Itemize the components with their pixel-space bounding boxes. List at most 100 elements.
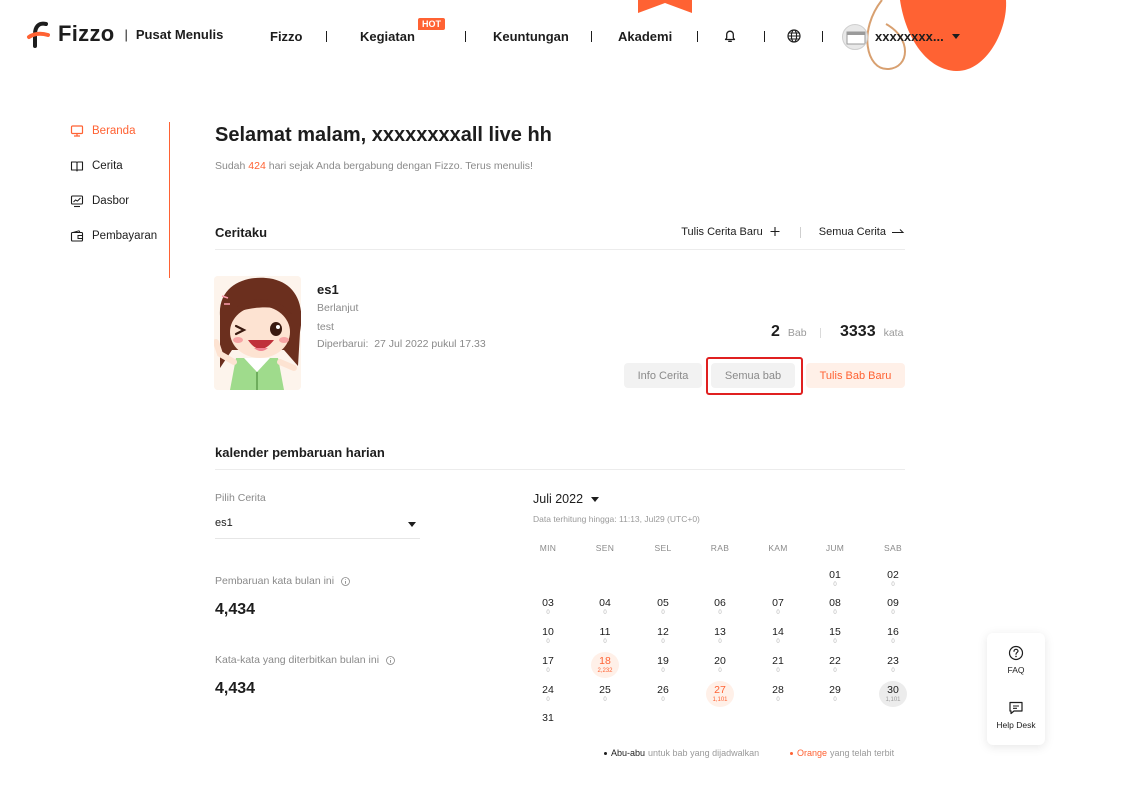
calendar-day-number: 16 — [887, 626, 899, 638]
calendar-day-number: 13 — [714, 626, 726, 638]
calendar-day[interactable]: 23 0 — [879, 652, 907, 678]
sidebar-item-dasbor[interactable]: Dasbor — [70, 194, 129, 208]
user-avatar[interactable] — [842, 24, 868, 50]
calendar-day-count: 0 — [776, 668, 780, 674]
chevron-down-icon[interactable] — [952, 34, 960, 39]
info-icon[interactable] — [341, 576, 350, 586]
story-select[interactable]: es1 — [215, 511, 420, 539]
weekday-label: MIN — [539, 543, 557, 553]
calendar-day[interactable]: 03 0 — [534, 594, 562, 620]
calendar-day-number: 04 — [599, 597, 611, 609]
calendar-day[interactable]: 17 0 — [534, 652, 562, 678]
calendar-day[interactable]: 13 0 — [706, 623, 734, 649]
calendar-day-count: 0 — [891, 639, 895, 645]
info-icon[interactable] — [386, 655, 395, 665]
cover-illustration — [214, 276, 301, 390]
calendar-day-count: 0 — [661, 610, 665, 616]
calendar-day[interactable]: 04 0 — [591, 594, 619, 620]
calendar-day-count: 1,101 — [712, 697, 728, 703]
published-words-label: Kata-kata yang diterbitkan bulan ini — [215, 654, 395, 666]
username[interactable]: xxxxxxxx... — [875, 29, 944, 44]
calendar-day-number: 21 — [772, 655, 784, 667]
calendar-day-number: 24 — [542, 684, 554, 696]
highlight-box — [706, 357, 803, 395]
story-cover-image[interactable] — [214, 276, 301, 390]
sidebar-item-beranda[interactable]: Beranda — [70, 124, 135, 138]
calendar-day[interactable]: 15 0 — [821, 623, 849, 649]
sidebar-item-cerita[interactable]: Cerita — [70, 159, 123, 173]
pick-story-label: Pilih Cerita — [215, 492, 266, 504]
calendar-day[interactable]: 29 0 — [821, 681, 849, 707]
month-selector[interactable]: Juli 2022 — [533, 492, 600, 506]
calendar-day-count: 0 — [776, 610, 780, 616]
calendar-day[interactable]: 27 1,101 — [706, 681, 734, 707]
calendar-day[interactable]: 24 0 — [534, 681, 562, 707]
calendar-day[interactable]: 30 1,101 — [879, 681, 907, 707]
sidebar-item-pembayaran[interactable]: Pembayaran — [70, 229, 157, 243]
all-stories-link[interactable]: Semua Cerita — [819, 225, 905, 238]
calendar-day[interactable]: 18 2,232 — [591, 652, 619, 678]
story-updated-value: 27 Jul 2022 pukul 17.33 — [374, 338, 486, 350]
calendar-day[interactable]: 28 0 — [764, 681, 792, 707]
legend-orange: Orange yang telah terbit — [790, 748, 894, 758]
new-story-link[interactable]: Tulis Cerita Baru — [681, 225, 782, 238]
calendar-day[interactable]: 22 0 — [821, 652, 849, 678]
calendar-day-count: 0 — [546, 668, 550, 674]
calendar-day[interactable]: 20 0 — [706, 652, 734, 678]
calendar-day[interactable]: 09 0 — [879, 594, 907, 620]
chapter-count-unit: Bab — [787, 327, 807, 339]
join-suffix: hari sejak Anda bergabung dengan Fizzo. … — [268, 160, 533, 172]
calendar-day[interactable]: 11 0 — [591, 623, 619, 649]
help-desk-button[interactable]: Help Desk — [987, 700, 1045, 730]
calendar-day-number: 10 — [542, 626, 554, 638]
brand-logo[interactable]: Fizzo | Pusat Menulis — [26, 20, 223, 48]
bell-icon[interactable] — [722, 28, 738, 44]
calendar-day[interactable]: 06 0 — [706, 594, 734, 620]
calendar-day[interactable]: 07 0 — [764, 594, 792, 620]
nav-separator — [465, 31, 466, 42]
nav-fizzo[interactable]: Fizzo — [270, 29, 303, 44]
nav-separator — [697, 31, 698, 42]
nav-akademi[interactable]: Akademi — [618, 29, 672, 44]
new-chapter-button[interactable]: Tulis Bab Baru — [806, 363, 905, 388]
calendar-day-count: 0 — [603, 610, 607, 616]
calendar-day[interactable]: 12 0 — [649, 623, 677, 649]
nav-separator — [764, 31, 765, 42]
calendar-day[interactable]: 14 0 — [764, 623, 792, 649]
calendar-day[interactable]: 05 0 — [649, 594, 677, 620]
calendar-day-number: 02 — [887, 569, 899, 581]
calendar-day[interactable]: 16 0 — [879, 623, 907, 649]
globe-icon[interactable] — [786, 28, 802, 44]
calendar-day-count: 0 — [833, 668, 837, 674]
word-count-value: 3333 — [840, 323, 876, 340]
story-title[interactable]: es1 — [317, 282, 339, 297]
nav-keuntungan[interactable]: Keuntungan — [493, 29, 569, 44]
arrow-right-icon — [892, 229, 905, 233]
caret-down-icon — [408, 522, 416, 527]
brand-subtitle: Pusat Menulis — [135, 26, 224, 42]
calendar-day[interactable]: 19 0 — [649, 652, 677, 678]
story-info-button[interactable]: Info Cerita — [624, 363, 702, 388]
calendar-day[interactable]: 21 0 — [764, 652, 792, 678]
faq-button[interactable]: FAQ — [987, 645, 1045, 675]
calendar-day[interactable]: 10 0 — [534, 623, 562, 649]
calendar-day[interactable]: 01 0 — [821, 566, 849, 592]
calendar-day[interactable]: 02 0 — [879, 566, 907, 592]
chapter-count: 2 Bab — [771, 323, 807, 341]
calendar-day[interactable]: 26 0 — [649, 681, 677, 707]
brand-separator: | — [124, 26, 128, 42]
action-divider — [799, 227, 801, 238]
calendar-day-count: 0 — [891, 610, 895, 616]
calendar-day[interactable]: 31 — [534, 709, 562, 735]
sidebar: Beranda Cerita Dasbor Pembayaran — [70, 122, 170, 278]
nav-kegiatan[interactable]: Kegiatan — [360, 29, 415, 44]
faq-label: FAQ — [1007, 665, 1025, 675]
published-words-label-text: Kata-kata yang diterbitkan bulan ini — [215, 654, 380, 666]
sidebar-item-label: Beranda — [92, 125, 136, 137]
legend-dot — [604, 751, 607, 755]
calendar-day[interactable]: 08 0 — [821, 594, 849, 620]
legend-gray-key: Abu-abu — [611, 748, 646, 758]
calendar-day[interactable]: 25 0 — [591, 681, 619, 707]
calendar-day-count: 0 — [776, 697, 780, 703]
calendar-day-number: 14 — [772, 626, 784, 638]
